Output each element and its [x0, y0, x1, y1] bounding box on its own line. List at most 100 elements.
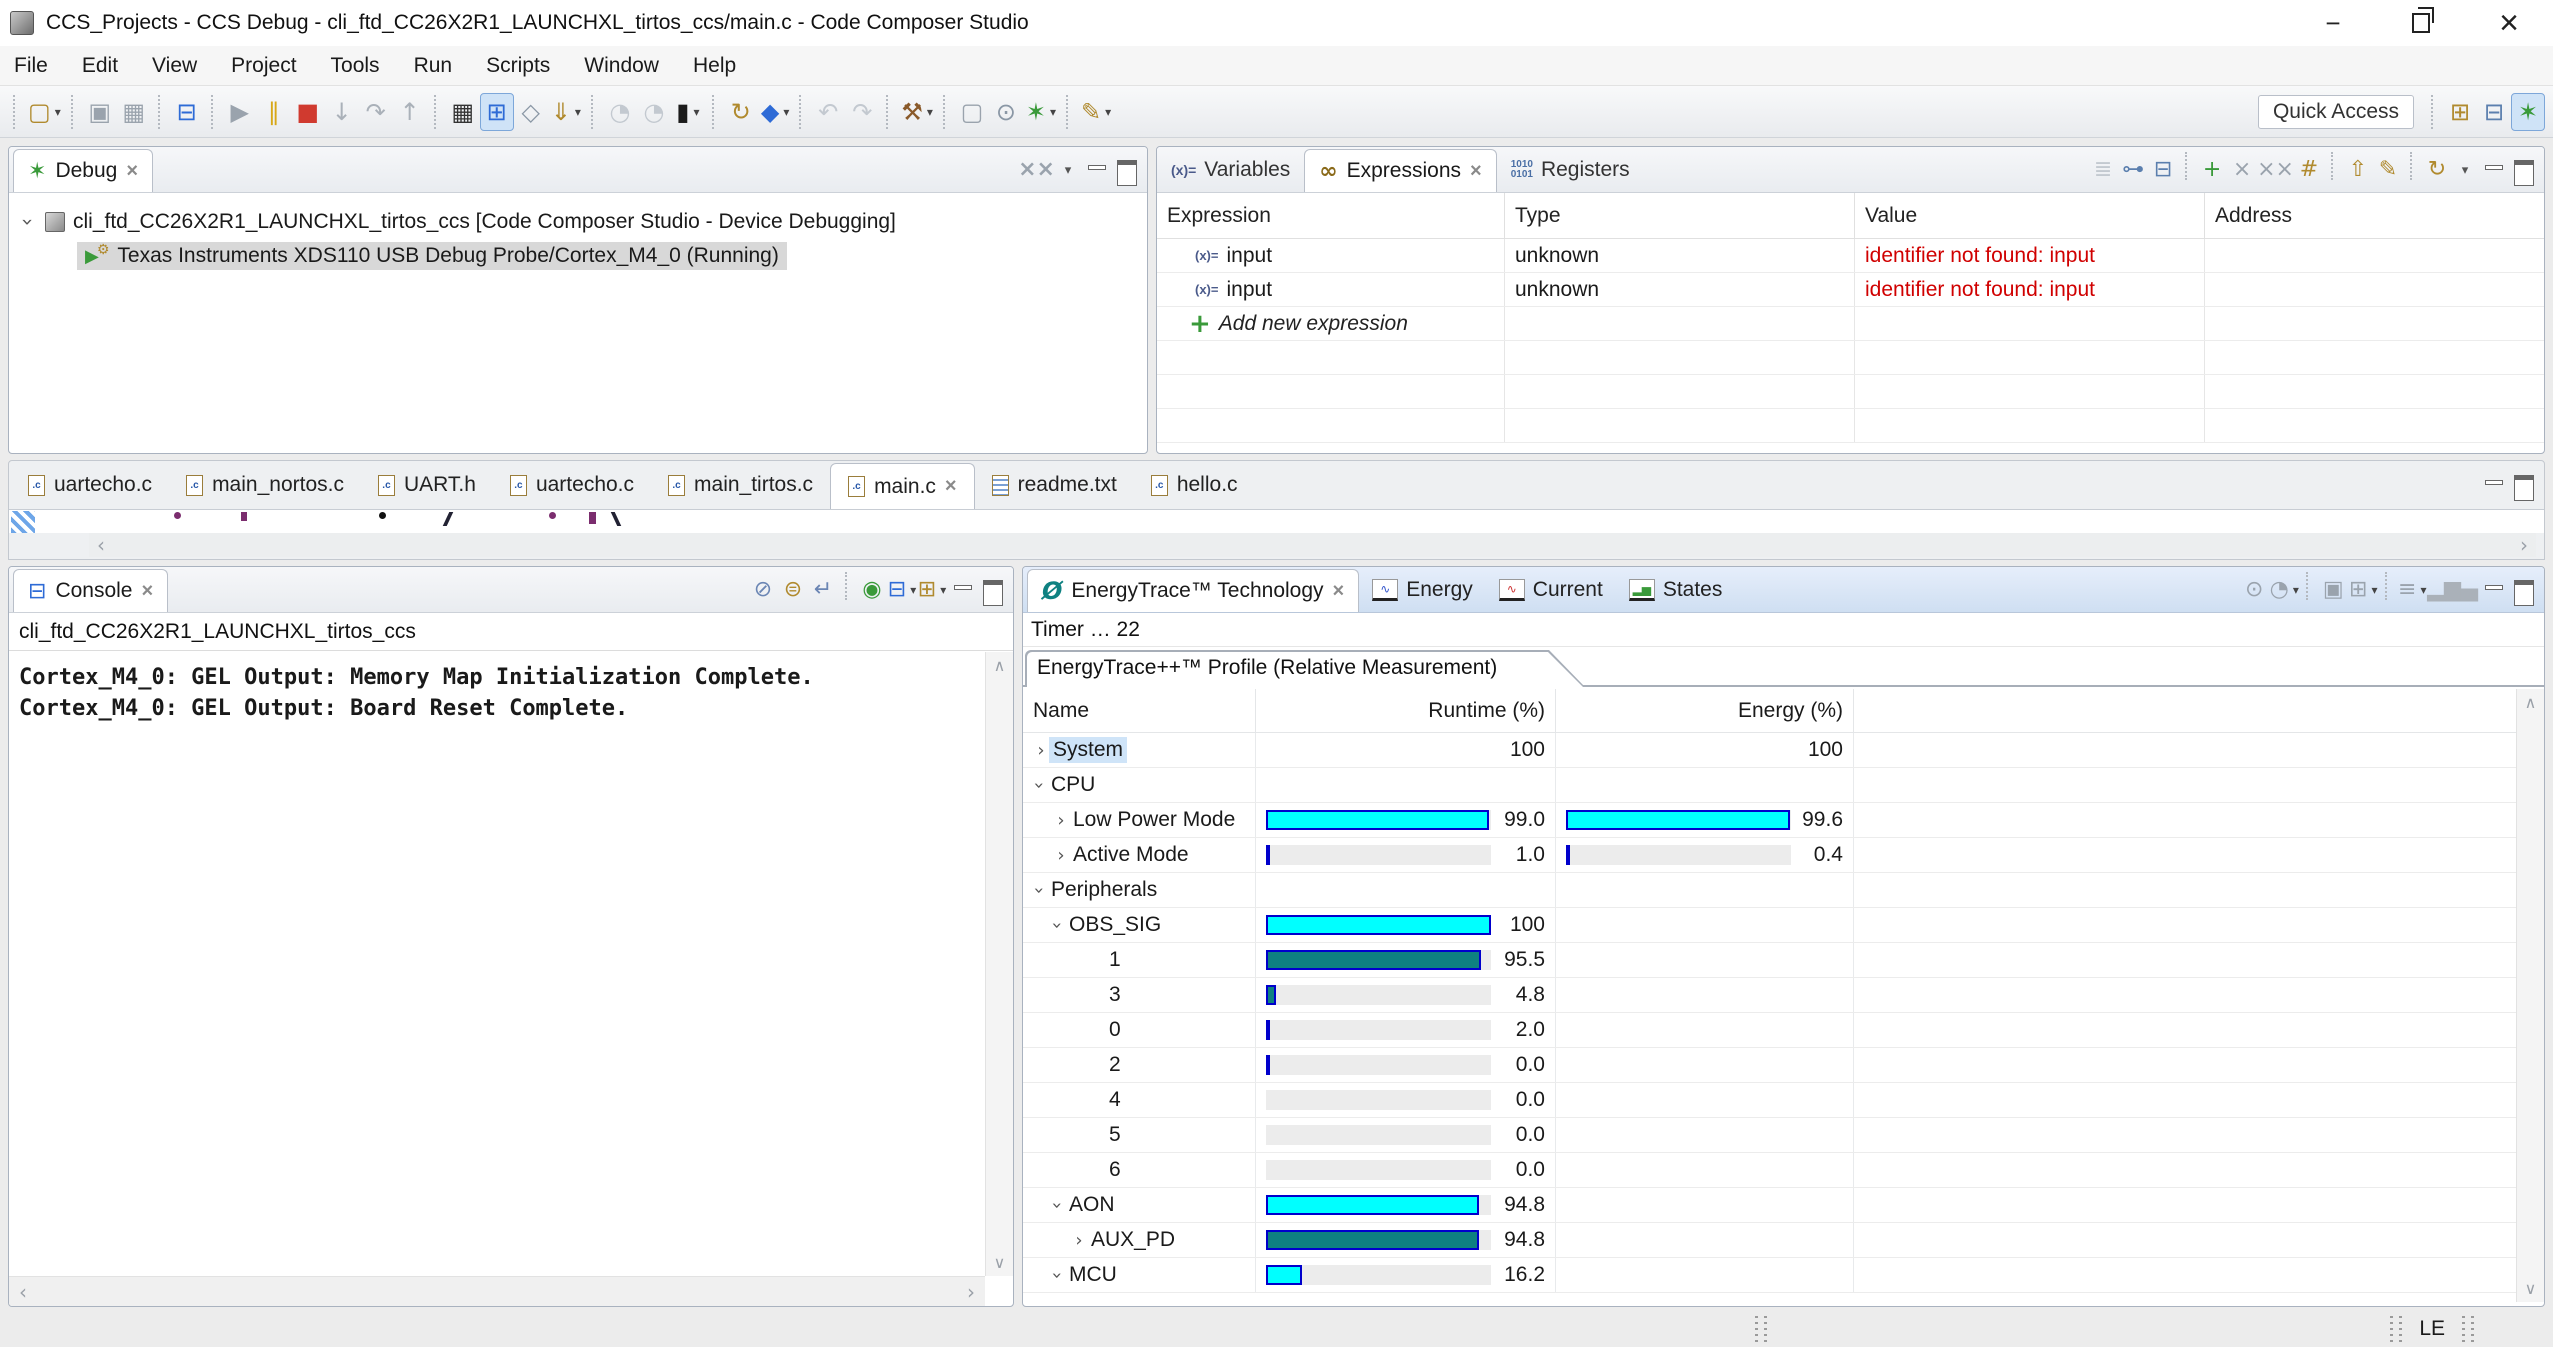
close-icon[interactable]: ×: [945, 475, 957, 498]
profile-row[interactable]: › AUX_PD 94.8: [1023, 1223, 2516, 1258]
connect-target-icon[interactable]: ⊞ ▾: [480, 93, 514, 131]
column-value[interactable]: Value: [1855, 193, 2205, 238]
dropdown-arrow-icon[interactable]: ▾: [783, 105, 789, 119]
column-address[interactable]: Address: [2205, 193, 2544, 238]
quick-access-box[interactable]: Quick Access: [2258, 95, 2414, 129]
maximize-icon[interactable]: [977, 572, 1007, 608]
tab-expressions[interactable]: ∞ Expressions ×: [1304, 149, 1496, 192]
editor-tab[interactable]: .c main.c ×: [830, 463, 975, 509]
window-restore-button[interactable]: [2377, 0, 2465, 46]
profile-row[interactable]: › OBS_SIG 100: [1023, 908, 2516, 943]
pause-measurement-icon[interactable]: ⊙ ▾: [2239, 572, 2269, 608]
tab-current[interactable]: ∿ Current: [1486, 567, 1616, 612]
dropdown-arrow-icon[interactable]: ▾: [1050, 105, 1056, 119]
profile-row[interactable]: 6 0.0: [1023, 1153, 2516, 1188]
view-menu-icon[interactable]: ▾: [2452, 163, 2478, 178]
step-return-icon[interactable]: ↑ ▾: [393, 93, 427, 131]
close-icon[interactable]: ×: [1470, 160, 1482, 183]
profile-row[interactable]: 0 2.0: [1023, 1013, 2516, 1048]
ccs-debug-perspective-icon[interactable]: ✶: [2511, 93, 2545, 131]
tab-console[interactable]: ⊟ Console ×: [13, 569, 168, 612]
debug-core-row[interactable]: ▶ ⚙ Texas Instruments XDS110 USB Debug P…: [77, 239, 1147, 273]
profile-clock2-icon[interactable]: ◔ ▾: [637, 93, 671, 131]
dropdown-arrow-icon[interactable]: ▾: [910, 583, 916, 597]
expand-arrow-icon[interactable]: ›: [1071, 1230, 1087, 1251]
expand-arrow-icon[interactable]: ›: [1053, 810, 1069, 831]
profile-row[interactable]: › Peripherals: [1023, 873, 2516, 908]
editor-tab[interactable]: .c uartecho.c ×: [493, 461, 651, 509]
editor-tab[interactable]: .c uartecho.c ×: [11, 461, 169, 509]
add-expression-icon[interactable]: +: [2197, 152, 2227, 188]
new-file-icon[interactable]: ▢ ▾: [25, 93, 64, 131]
console-vertical-scrollbar[interactable]: ∧ ∨: [985, 652, 1013, 1276]
expand-arrow-icon[interactable]: ›: [1047, 917, 1068, 933]
export-expressions-icon[interactable]: ✎: [2373, 152, 2403, 188]
dropdown-arrow-icon[interactable]: ▾: [2293, 583, 2299, 597]
dropdown-arrow-icon[interactable]: ▾: [2420, 583, 2426, 597]
debug-launch-icon[interactable]: ✶ ▾: [1023, 93, 1059, 131]
minimize-icon[interactable]: [2478, 572, 2508, 608]
maximize-icon[interactable]: [2508, 572, 2538, 608]
tab-energytrace[interactable]: Ø EnergyTrace™ Technology ×: [1027, 569, 1359, 612]
display-console-icon[interactable]: ⊟ ▾: [887, 572, 917, 608]
show-logical-structure-icon[interactable]: ⊶: [2118, 152, 2148, 188]
tab-registers[interactable]: 10100101 Registers: [1497, 147, 1644, 192]
expand-arrow-icon[interactable]: ›: [1029, 882, 1050, 898]
expression-row[interactable]: (x)=input unknown identifier not found: …: [1157, 273, 2544, 307]
profile-row[interactable]: › MCU 16.2: [1023, 1258, 2516, 1293]
maximize-icon[interactable]: [1111, 152, 1141, 188]
chart-toggle-icon[interactable]: ▂▆▄ ▾: [2427, 572, 2478, 608]
console-horizontal-scrollbar[interactable]: ‹ ›: [9, 1276, 985, 1306]
profile-row[interactable]: › CPU: [1023, 768, 2516, 803]
column-expression[interactable]: Expression: [1157, 193, 1505, 238]
menu-item[interactable]: Edit: [82, 54, 118, 78]
expand-arrow-icon[interactable]: ›: [1033, 740, 1049, 761]
column-runtime[interactable]: Runtime (%): [1256, 689, 1556, 732]
editor-tab[interactable]: .c main_nortos.c ×: [169, 461, 361, 509]
window-close-button[interactable]: ×: [2465, 0, 2553, 46]
editor-tab[interactable]: .c main_tirtos.c ×: [651, 461, 830, 509]
menu-item[interactable]: View: [152, 54, 197, 78]
number-format-icon[interactable]: #: [2294, 152, 2324, 188]
dropdown-arrow-icon[interactable]: ▾: [693, 105, 699, 119]
remove-all-terminated-icon[interactable]: ××: [1018, 152, 1055, 188]
word-wrap-icon[interactable]: ↵ ▾: [808, 572, 838, 608]
scroll-lock-icon[interactable]: ⊜ ▾: [778, 572, 808, 608]
dropdown-arrow-icon[interactable]: ▾: [940, 583, 946, 597]
save-profile-icon[interactable]: ▣ ▾: [2318, 572, 2348, 608]
scroll-down-icon[interactable]: ∨: [2525, 1279, 2537, 1298]
maximize-icon[interactable]: [2508, 152, 2538, 188]
terminate-icon[interactable]: ■ ▾: [291, 93, 325, 131]
profile-row[interactable]: 2 0.0: [1023, 1048, 2516, 1083]
tab-variables[interactable]: (x)= Variables: [1157, 147, 1304, 192]
close-icon[interactable]: ×: [126, 160, 138, 183]
display-settings-icon[interactable]: ≡ ▾: [2397, 572, 2427, 608]
search-icon[interactable]: ⊙ ▾: [989, 93, 1023, 131]
save-all-icon[interactable]: ▦ ▾: [117, 93, 151, 131]
view-menu-icon[interactable]: ▾: [1055, 163, 1081, 178]
close-icon[interactable]: ×: [1333, 580, 1345, 603]
editor-tab[interactable]: readme.txt ×: [975, 461, 1134, 509]
profile-row[interactable]: › AON 94.8: [1023, 1188, 2516, 1223]
resume-icon[interactable]: ▶ ▾: [223, 93, 257, 131]
scroll-right-icon[interactable]: ›: [2520, 533, 2528, 557]
profile-row[interactable]: › System 100: [1023, 733, 2516, 768]
expand-arrow-icon[interactable]: ›: [1029, 777, 1050, 793]
save-icon[interactable]: ▣ ▾: [83, 93, 117, 131]
column-energy[interactable]: Energy (%): [1556, 689, 1854, 732]
scroll-left-icon[interactable]: ‹: [97, 533, 105, 557]
chevron-down-icon[interactable]: ›: [16, 213, 40, 231]
column-type[interactable]: Type: [1505, 193, 1855, 238]
step-over-icon[interactable]: ↷ ▾: [359, 93, 393, 131]
menu-item[interactable]: Run: [414, 54, 453, 78]
profile-clock-icon[interactable]: ◔ ▾: [603, 93, 637, 131]
expression-row[interactable]: (x)=input unknown identifier not found: …: [1157, 239, 2544, 273]
window-minimize-button[interactable]: −: [2289, 0, 2377, 46]
step-into-icon[interactable]: ↓ ▾: [325, 93, 359, 131]
scroll-down-icon[interactable]: ∨: [994, 1253, 1006, 1272]
scroll-up-icon[interactable]: ∧: [994, 656, 1006, 675]
editor-horizontal-scrollbar[interactable]: ‹ ›: [89, 533, 2536, 557]
profile-row[interactable]: 5 0.0: [1023, 1118, 2516, 1153]
clear-console-icon[interactable]: ⊘ ▾: [748, 572, 778, 608]
open-perspective-icon[interactable]: ⊞: [2443, 93, 2477, 131]
